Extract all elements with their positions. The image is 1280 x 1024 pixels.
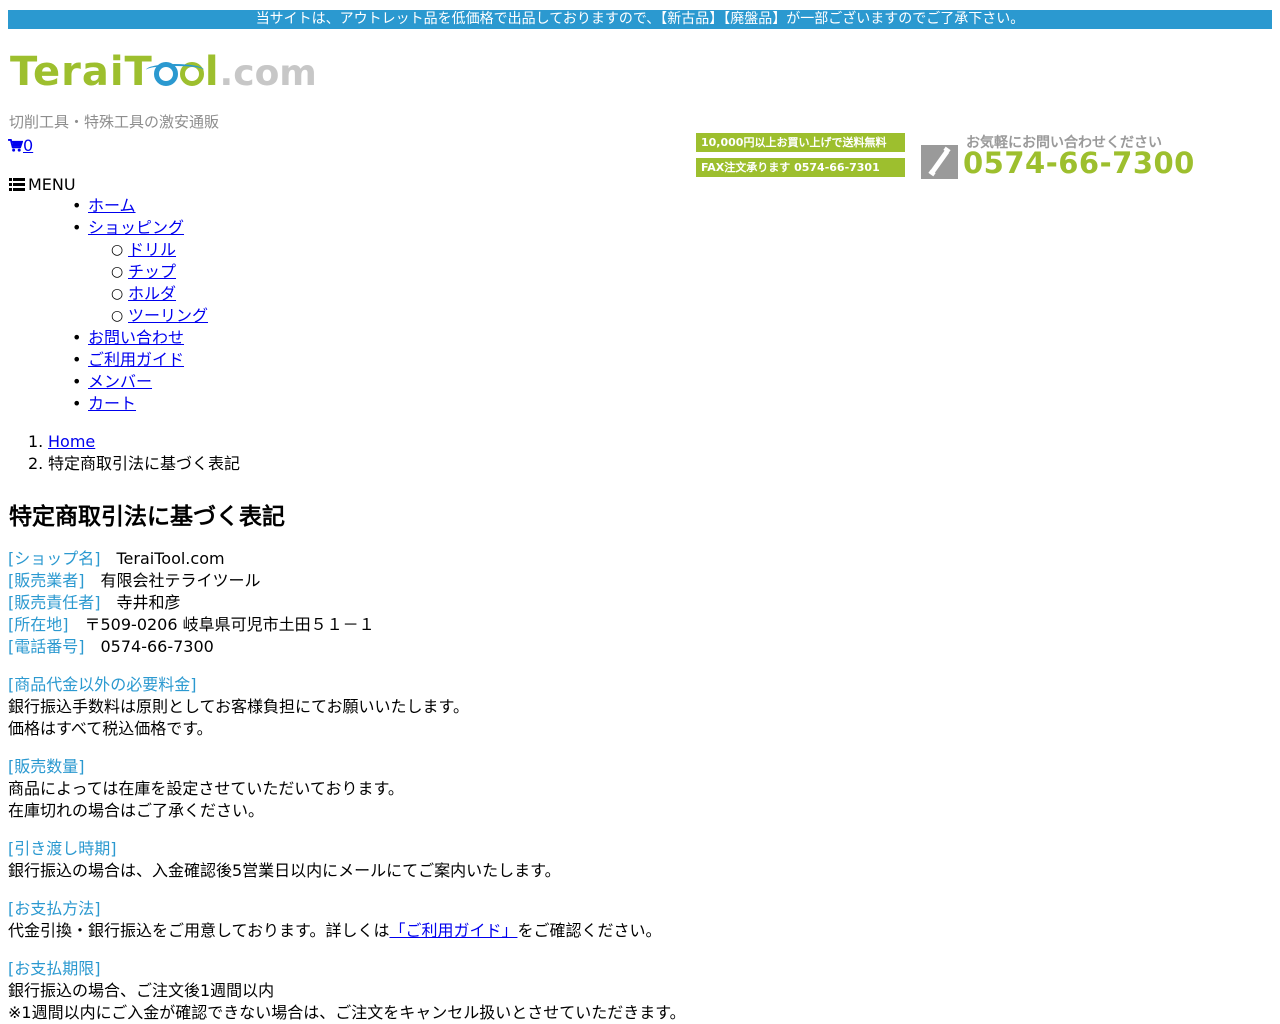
nav-link-contact[interactable]: お問い合わせ (88, 328, 184, 347)
page-title: 特定商取引法に基づく表記 (9, 504, 285, 530)
section-text-payment: 代金引換・銀行振込をご用意しております。詳しくは「ご利用ガイド」をご確認ください… (8, 920, 1268, 942)
nav-link-guide[interactable]: ご利用ガイド (88, 350, 184, 369)
section-text: 銀行振込手数料は原則としてお客様負担にてお願いいたします。 (8, 697, 469, 716)
section-text: をご確認ください。 (517, 921, 662, 940)
nav-item-member: メンバー (0, 371, 208, 393)
breadcrumb: 1. Home 2. 特定商取引法に基づく表記 (0, 431, 240, 475)
nav-subitem-tip: チップ (0, 261, 208, 283)
section-heading-delivery: [引き渡し時期] (8, 839, 117, 858)
section-text: 商品によっては在庫を設定させていただいております。 (8, 779, 404, 798)
nav-item-contact: お問い合わせ (0, 327, 208, 349)
nav-link-tooling[interactable]: ツーリング (128, 306, 208, 325)
guide-link[interactable]: 「ご利用ガイド」 (389, 921, 517, 940)
site-logo[interactable]: TeraiT l.com (10, 50, 317, 94)
logo-text-terai: Terai (10, 49, 125, 95)
section-heading-payment: [お支払方法] (8, 899, 101, 918)
outlet-notice-bar: 当サイトは、アウトレット品を低価格で出品しておりますので、【新古品】【廃盤品】が… (8, 10, 1272, 29)
cart-count: 0 (23, 136, 34, 155)
info-value: 0574-66-7300 (100, 637, 214, 656)
menu-toggle[interactable]: MENU (9, 175, 76, 194)
nav-link-home[interactable]: ホーム (88, 196, 136, 215)
nav-link-shopping[interactable]: ショッピング (88, 218, 184, 237)
info-label: [販売業者] (8, 571, 85, 590)
logo-text-l: l (204, 49, 220, 95)
section-text: 価格はすべて税込価格です。 (8, 719, 213, 738)
section-text: 在庫切れの場合はご了承ください。 (8, 801, 265, 820)
breadcrumb-number: 2. (28, 454, 44, 473)
main-navigation: ホーム ショッピング ドリル チップ ホルダ ツーリング お問い合わせ ご利用ガ… (0, 195, 208, 415)
nav-subitem-tooling: ツーリング (0, 305, 208, 327)
section-text: 銀行振込の場合、ご注文後1週間以内 (8, 981, 275, 1000)
section-text: 銀行振込の場合は、入金確認後5営業日以内にメールにてご案内いたします。 (8, 861, 561, 880)
breadcrumb-item-current: 2. 特定商取引法に基づく表記 (0, 453, 240, 475)
section-heading-deadline: [お支払期限] (8, 959, 101, 978)
breadcrumb-current: 特定商取引法に基づく表記 (48, 454, 241, 473)
menu-toggle-label: MENU (28, 175, 76, 194)
cart-link[interactable]: 0 (8, 136, 33, 155)
nav-item-cart: カート (0, 393, 208, 415)
site-tagline: 切削工具・特殊工具の激安通販 (9, 113, 220, 131)
section-heading-quantity: [販売数量] (8, 757, 85, 776)
info-value: 〒509-0206 岐阜県可児市土田５１－１ (84, 615, 375, 634)
nav-link-tip[interactable]: チップ (128, 262, 176, 281)
info-label: [ショップ名] (8, 549, 101, 568)
info-value: 有限会社テライツール (100, 571, 261, 590)
nav-link-cart[interactable]: カート (88, 394, 136, 413)
nav-subitem-holder: ホルダ (0, 283, 208, 305)
nav-link-drill[interactable]: ドリル (128, 240, 176, 259)
info-label: [電話番号] (8, 637, 85, 656)
info-value: TeraiTool.com (116, 549, 225, 568)
logo-text-com: .com (219, 53, 317, 94)
breadcrumb-link-home[interactable]: Home (48, 432, 95, 451)
info-value: 寺井和彦 (116, 593, 181, 612)
free-shipping-banner: 10,000円以上お買い上げで送料無料 (696, 133, 905, 152)
info-row-address: [所在地] 〒509-0206 岐阜県可児市土田５１－１ (8, 614, 1268, 636)
section-heading-fees: [商品代金以外の必要料金] (8, 675, 197, 694)
fax-order-banner: FAX注文承ります 0574-66-7301 (696, 158, 905, 177)
section-text: 代金引換・銀行振込をご用意しております。詳しくは (8, 921, 390, 940)
breadcrumb-item-home: 1. Home (0, 431, 240, 453)
info-row-manager: [販売責任者] 寺井和彦 (8, 592, 1268, 614)
info-row-seller: [販売業者] 有限会社テライツール (8, 570, 1268, 592)
phone-contact-box: お気軽にお問い合わせください 0574-66-7300 (921, 132, 1194, 182)
menu-list-icon (9, 178, 25, 191)
nav-subitem-drill: ドリル (0, 239, 208, 261)
nav-link-member[interactable]: メンバー (88, 372, 152, 391)
phone-number: 0574-66-7300 (963, 146, 1195, 180)
nav-link-holder[interactable]: ホルダ (128, 284, 176, 303)
nav-item-home: ホーム (0, 195, 208, 217)
info-row-phone: [電話番号] 0574-66-7300 (8, 636, 1268, 658)
cart-icon (8, 139, 23, 152)
info-label: [所在地] (8, 615, 69, 634)
info-row-shop-name: [ショップ名] TeraiTool.com (8, 548, 1268, 570)
nav-item-shopping: ショッピング (0, 217, 208, 239)
section-text: ※1週間以内にご入金が確認できない場合は、ご注文をキャンセル扱いとさせていただき… (8, 1003, 686, 1022)
legal-notice-content: [ショップ名] TeraiTool.com [販売業者] 有限会社テライツール [販… (8, 548, 1268, 1024)
logo-swoosh (146, 64, 204, 76)
info-label: [販売責任者] (8, 593, 101, 612)
nav-item-guide: ご利用ガイド (0, 349, 208, 371)
breadcrumb-number: 1. (28, 432, 44, 451)
phone-icon (921, 145, 958, 179)
